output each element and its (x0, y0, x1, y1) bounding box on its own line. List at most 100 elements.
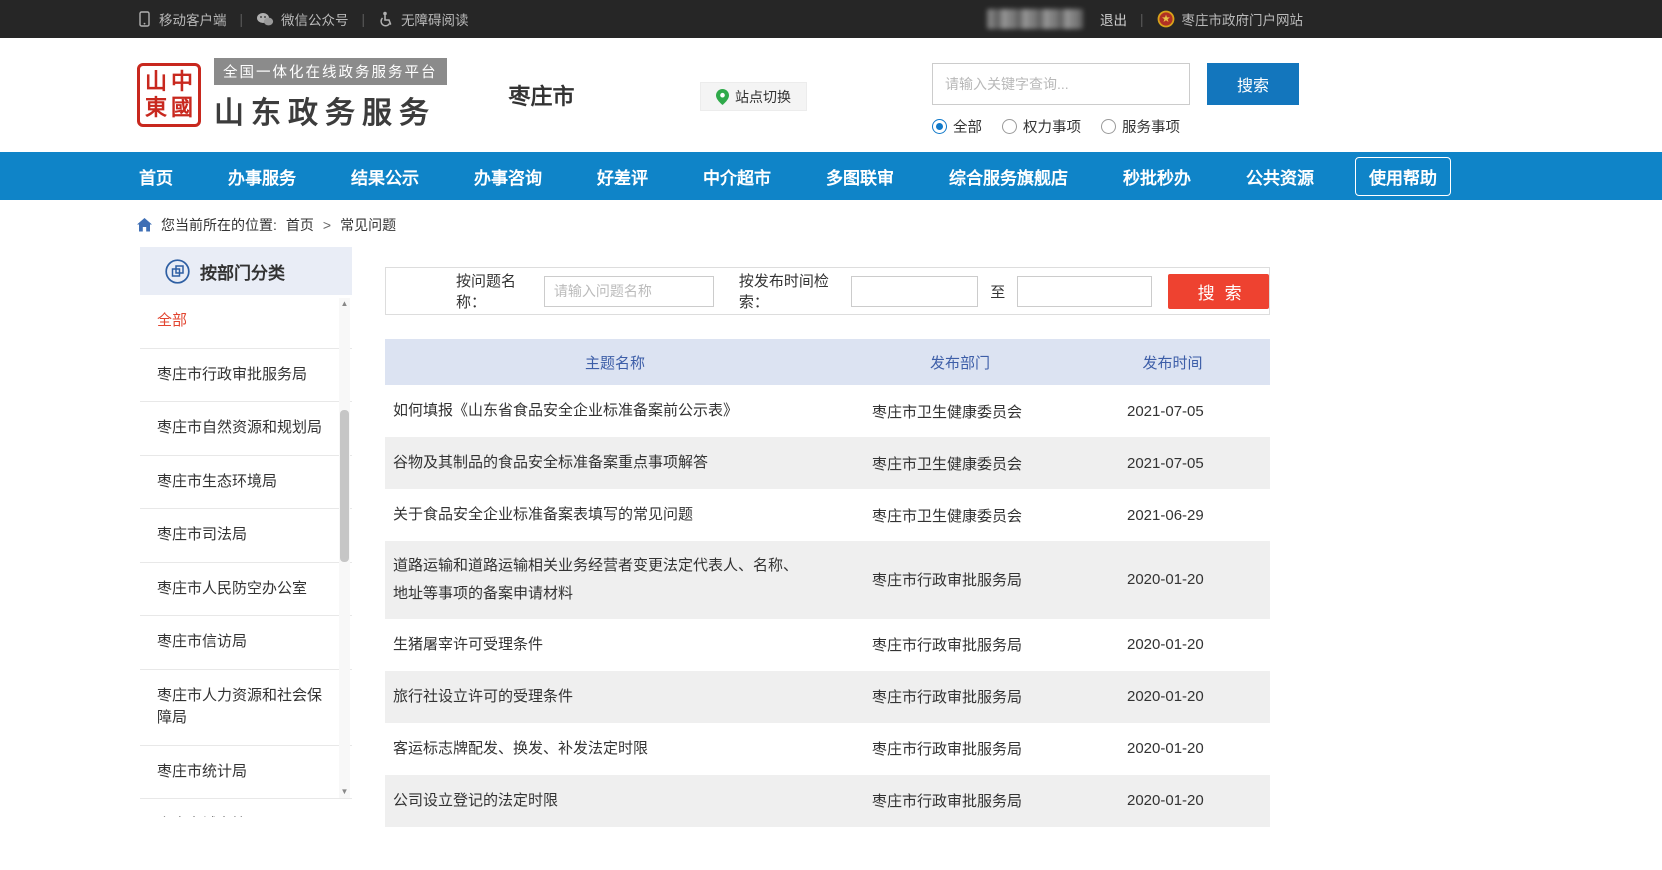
department-items: 全部枣庄市行政审批服务局枣庄市自然资源和规划局枣庄市生态环境局枣庄市司法局枣庄市… (140, 295, 352, 817)
table-row: 关于食品安全企业标准备案表填写的常见问题枣庄市卫生健康委员会2021-06-29 (385, 489, 1270, 541)
row-title-link[interactable]: 生猪屠宰许可受理条件 (385, 620, 845, 670)
accessibility-link[interactable]: 无障碍阅读 (378, 9, 469, 29)
nav-item[interactable]: 办事服务 (228, 164, 296, 189)
seal-character: 山 (143, 69, 169, 95)
sidebar-item[interactable]: 枣庄市生态环境局 (140, 456, 352, 510)
divider: | (240, 12, 244, 27)
wechat-label: 微信公众号 (281, 9, 349, 29)
search-scope-radios: 全部 权力事项 服务事项 (932, 116, 1299, 137)
username-redacted (987, 9, 1083, 29)
scope-radio-服务事项[interactable]: 服务事项 (1101, 116, 1180, 137)
sidebar-item[interactable]: 全部 (140, 295, 352, 349)
logout-button[interactable]: 退出 (1100, 9, 1127, 29)
row-title-link[interactable]: 旅行社设立许可的受理条件 (385, 672, 845, 722)
nav-item[interactable]: 公共资源 (1246, 164, 1314, 189)
category-icon (165, 259, 190, 284)
gov-portal-label: 枣庄市政府门户网站 (1182, 9, 1304, 29)
scrollbar-thumb[interactable] (340, 410, 349, 562)
row-publish-date: 2021-07-05 (1075, 403, 1270, 420)
sidebar-item[interactable]: 枣庄市信访局 (140, 616, 352, 670)
row-title-link[interactable]: 如何填报《山东省食品安全企业标准备案前公示表》 (385, 386, 845, 436)
row-publish-date: 2020-01-20 (1075, 571, 1270, 588)
question-name-input[interactable] (544, 276, 714, 307)
sidebar-item[interactable]: 枣庄市人民防空办公室 (140, 563, 352, 617)
sidebar-title: 按部门分类 (200, 259, 285, 284)
row-publish-date: 2020-01-20 (1075, 636, 1270, 653)
nav-item[interactable]: 结果公示 (351, 164, 419, 189)
table-row: 生猪屠宰许可受理条件枣庄市行政审批服务局2020-01-20 (385, 619, 1270, 671)
table-row: 道路运输和道路运输相关业务经营者变更法定代表人、名称、地址等事项的备案申请材料枣… (385, 541, 1270, 619)
scope-radio-全部[interactable]: 全部 (932, 116, 982, 137)
sidebar-item[interactable]: 枣庄市司法局 (140, 509, 352, 563)
scope-radio-label: 服务事项 (1122, 116, 1180, 137)
row-title-link[interactable]: 道路运输和道路运输相关业务经营者变更法定代表人、名称、地址等事项的备案申请材料 (385, 541, 845, 619)
row-title-link[interactable]: 公司设立登记的法定时限 (385, 776, 845, 826)
site-logo[interactable]: 山中東國 全国一体化在线政务服务平台 山东政务服务 (137, 58, 447, 132)
breadcrumb-home-link[interactable]: 首页 (286, 215, 314, 235)
faq-table: 主题名称 发布部门 发布时间 如何填报《山东省食品安全企业标准备案前公示表》枣庄… (385, 339, 1270, 827)
question-name-label: 按问题名称： (456, 270, 536, 312)
row-department: 枣庄市卫生健康委员会 (845, 505, 1075, 526)
keyword-search-input[interactable] (932, 63, 1190, 105)
row-department: 枣庄市行政审批服务局 (845, 686, 1075, 707)
sidebar-item[interactable]: 枣庄市行政审批服务局 (140, 349, 352, 403)
scope-radio-label: 权力事项 (1023, 116, 1081, 137)
sidebar-item[interactable]: 枣庄市城市管理局 (140, 799, 352, 817)
row-department: 枣庄市行政审批服务局 (845, 790, 1075, 811)
scope-radio-label: 全部 (953, 116, 982, 137)
radio-dot-icon (1002, 119, 1017, 134)
table-header: 主题名称 发布部门 发布时间 (385, 339, 1270, 385)
wechat-link[interactable]: 微信公众号 (256, 9, 349, 29)
breadcrumb-prefix: 您当前所在的位置: (161, 215, 277, 235)
seal-character: 國 (169, 95, 195, 121)
wechat-icon (256, 12, 274, 27)
nav-item[interactable]: 中介超市 (703, 164, 771, 189)
sidebar-scrollbar[interactable]: ▲ ▼ (339, 298, 350, 798)
row-department: 枣庄市行政审批服务局 (845, 634, 1075, 655)
current-city-label: 枣庄市 (509, 79, 575, 111)
gov-portal-link[interactable]: 枣庄市政府门户网站 (1157, 9, 1304, 29)
row-title-link[interactable]: 谷物及其制品的食品安全标准备案重点事项解答 (385, 438, 845, 488)
row-department: 枣庄市卫生健康委员会 (845, 453, 1075, 474)
faq-main-panel: 按问题名称： 按发布时间检索： 至 搜索 主题名称 发布部门 发布时间 如何填报… (385, 247, 1270, 827)
sidebar-item[interactable]: 枣庄市人力资源和社会保障局 (140, 670, 352, 746)
divider: | (362, 12, 366, 27)
mobile-client-link[interactable]: 移动客户端 (137, 9, 227, 29)
row-publish-date: 2021-06-29 (1075, 507, 1270, 524)
platform-tagline: 全国一体化在线政务服务平台 (214, 58, 447, 85)
nav-item[interactable]: 秒批秒办 (1123, 164, 1191, 189)
nav-item[interactable]: 使用帮助 (1355, 157, 1451, 196)
seal-character: 中 (169, 69, 195, 95)
filter-search-button[interactable]: 搜索 (1168, 274, 1269, 309)
nav-item[interactable]: 综合服务旗舰店 (949, 164, 1068, 189)
breadcrumb: 您当前所在的位置: 首页 > 常见问题 (131, 200, 1531, 247)
row-publish-date: 2020-01-20 (1075, 792, 1270, 809)
national-emblem-icon (1157, 10, 1175, 28)
site-switch-button[interactable]: 站点切换 (700, 82, 807, 111)
table-row: 客运标志牌配发、换发、补发法定时限枣庄市行政审批服务局2020-01-20 (385, 723, 1270, 775)
table-row: 谷物及其制品的食品安全标准备案重点事项解答枣庄市卫生健康委员会2021-07-0… (385, 437, 1270, 489)
scroll-up-arrow[interactable]: ▲ (339, 298, 350, 310)
date-to-input[interactable] (1017, 276, 1152, 307)
nav-item[interactable]: 首页 (139, 164, 173, 189)
publish-date-label: 按发布时间检索： (739, 270, 845, 312)
department-list: 全部枣庄市行政审批服务局枣庄市自然资源和规划局枣庄市生态环境局枣庄市司法局枣庄市… (140, 295, 352, 817)
row-department: 枣庄市行政审批服务局 (845, 738, 1075, 759)
sidebar-item[interactable]: 枣庄市自然资源和规划局 (140, 402, 352, 456)
row-department: 枣庄市卫生健康委员会 (845, 401, 1075, 422)
row-title-link[interactable]: 客运标志牌配发、换发、补发法定时限 (385, 724, 845, 774)
nav-item[interactable]: 多图联审 (826, 164, 894, 189)
header-search-button[interactable]: 搜索 (1207, 63, 1299, 105)
scroll-down-arrow[interactable]: ▼ (339, 786, 350, 798)
seal-character: 東 (143, 95, 169, 121)
sidebar-item[interactable]: 枣庄市统计局 (140, 746, 352, 800)
scope-radio-权力事项[interactable]: 权力事项 (1002, 116, 1081, 137)
nav-item[interactable]: 好差评 (597, 164, 648, 189)
nav-item[interactable]: 办事咨询 (474, 164, 542, 189)
main-navigation: 首页 办事服务 结果公示 办事咨询 好差评 中介超市 多图联审 综合服务旗舰店 秒批秒办 公共资源… (0, 152, 1662, 200)
date-from-input[interactable] (851, 276, 978, 307)
column-header-date: 发布时间 (1075, 352, 1270, 373)
accessibility-label: 无障碍阅读 (401, 9, 469, 29)
accessibility-wheelchair-icon (378, 11, 394, 27)
row-title-link[interactable]: 关于食品安全企业标准备案表填写的常见问题 (385, 490, 845, 540)
